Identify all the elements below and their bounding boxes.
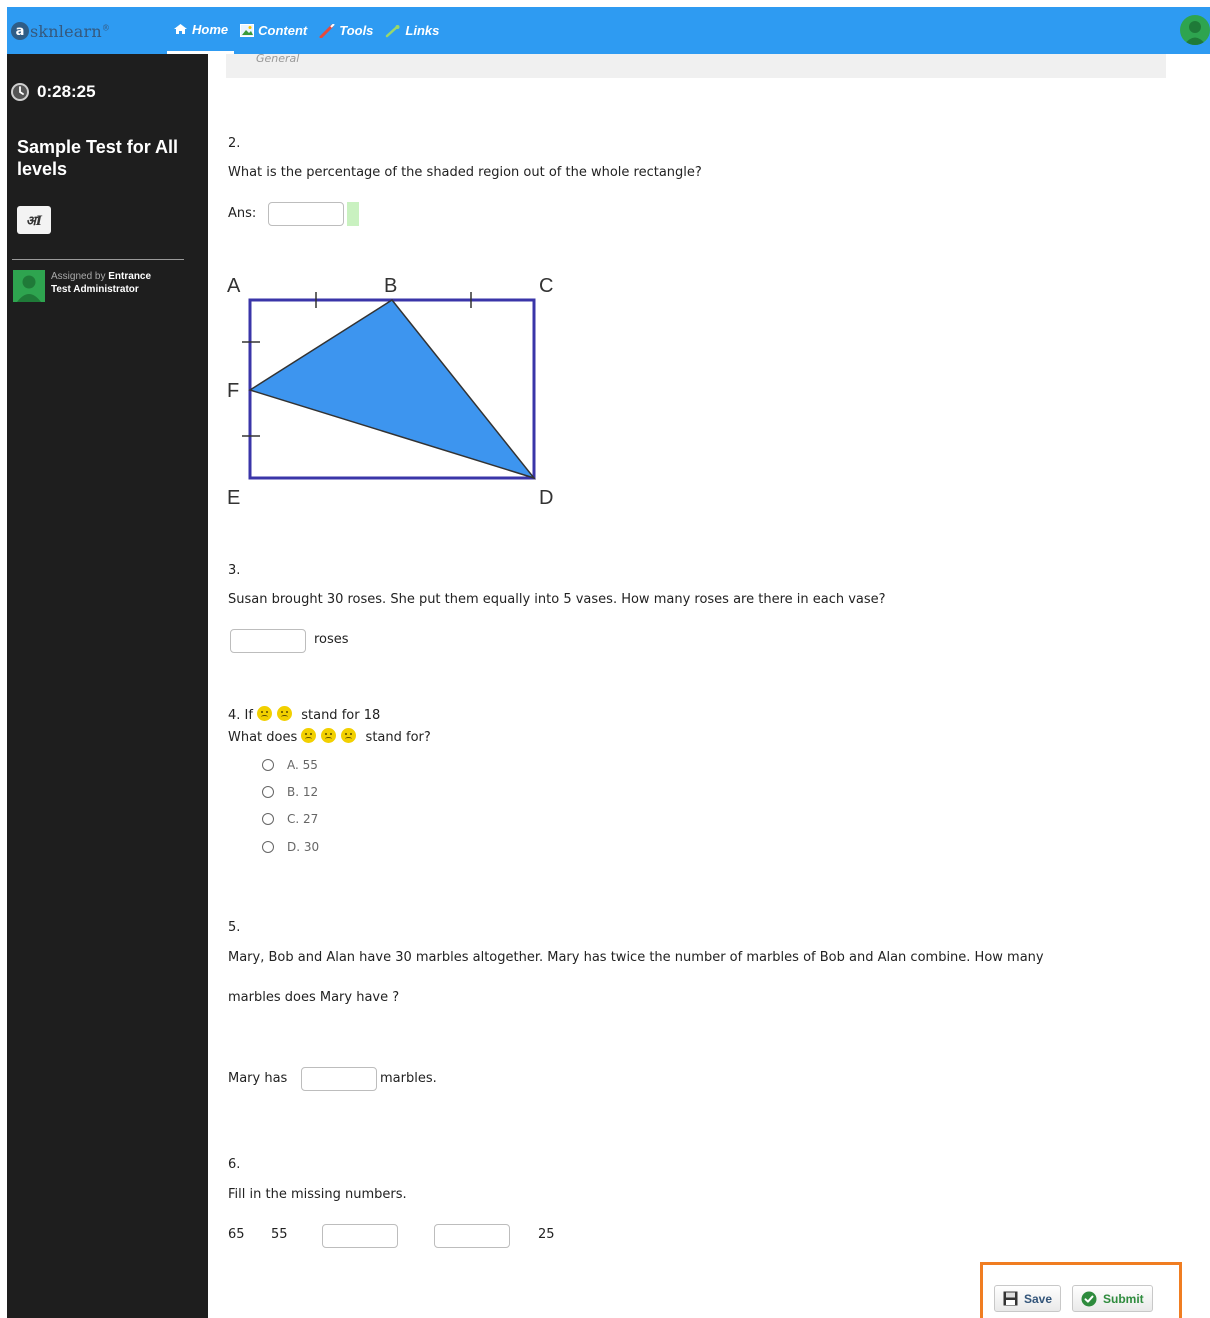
question-4-line-2-prefix: What does <box>228 730 298 745</box>
check-circle-icon <box>1081 1291 1097 1306</box>
radio-button[interactable] <box>262 841 274 853</box>
question-3-unit: roses <box>314 632 349 647</box>
option-value: 12 <box>302 785 319 799</box>
question-6-text: Fill in the missing numbers. <box>228 1187 407 1202</box>
sequence-blank-1-input[interactable] <box>322 1224 398 1248</box>
language-toggle-button[interactable]: अI <box>17 206 51 234</box>
sequence-value-2: 55 <box>271 1227 288 1242</box>
option-value: 30 <box>303 840 320 854</box>
option-letter: B. <box>287 785 300 799</box>
sad-face-icon <box>301 728 317 743</box>
option-letter: D. <box>287 840 301 854</box>
nav-tools[interactable]: Tools <box>313 7 379 54</box>
strip-label: General <box>256 52 300 65</box>
label-f: F <box>227 380 239 402</box>
user-icon <box>1184 21 1206 45</box>
timer-value: 0:28:25 <box>37 82 96 101</box>
question-4-line-1: 4. If stand for 18 <box>228 706 380 723</box>
radio-button[interactable] <box>262 786 274 798</box>
question-3-number: 3. <box>228 563 241 578</box>
clock-icon <box>11 83 29 101</box>
assigner-avatar <box>13 270 45 302</box>
save-button-label: Save <box>1024 1291 1053 1306</box>
assigned-by: Assigned by Entrance Test Administrator <box>13 270 171 302</box>
asknlearn-logo[interactable]: a sknlearn® <box>11 19 110 43</box>
nav-content-label: Content <box>258 23 308 38</box>
question-4-line-2-suffix: stand for? <box>365 730 431 745</box>
question-5-text-line-2: marbles does Mary have ? <box>228 990 400 1005</box>
sidebar: 0:28:25 Sample Test for All levels अI As… <box>7 54 208 1318</box>
question-2-number: 2. <box>228 136 241 151</box>
label-d: D <box>539 487 553 509</box>
answer-status-indicator <box>347 202 359 226</box>
question-4-option-a[interactable]: A. 55 <box>262 758 318 772</box>
question-6-number: 6. <box>228 1157 241 1172</box>
nav-links[interactable]: Links <box>379 7 445 54</box>
label-e: E <box>227 487 240 509</box>
question-4-option-b[interactable]: B. 12 <box>262 785 318 799</box>
label-b: B <box>384 275 397 297</box>
sequence-value-5: 25 <box>538 1227 555 1242</box>
option-letter: C. <box>287 812 300 826</box>
question-4-line-2: What does stand for? <box>228 728 431 745</box>
question-2-ans-label: Ans: <box>228 206 257 221</box>
sad-face-icon <box>277 706 293 721</box>
save-icon <box>1003 1291 1018 1306</box>
main-nav: Home Content Tools Links <box>167 7 445 54</box>
save-button[interactable]: Save <box>994 1285 1062 1312</box>
question-2-answer-input[interactable] <box>268 202 344 226</box>
top-navigation-bar: a sknlearn® Home Content Tools Links <box>7 7 1210 54</box>
tools-icon <box>319 23 335 38</box>
rectangle-triangle-diagram: A B C F E D <box>227 275 553 509</box>
option-letter: A. <box>287 758 299 772</box>
sad-face-icon <box>341 728 357 743</box>
nav-content[interactable]: Content <box>234 7 313 54</box>
option-value: 55 <box>302 758 318 772</box>
nav-links-label: Links <box>405 23 440 38</box>
question-5-text-line-1: Mary, Bob and Alan have 30 marbles altog… <box>228 950 1044 965</box>
timer: 0:28:25 <box>10 82 96 102</box>
question-5-suffix: marbles. <box>380 1071 437 1086</box>
label-c: C <box>539 275 553 297</box>
submit-button-label: Submit <box>1103 1291 1144 1306</box>
question-4-option-c[interactable]: C. 27 <box>262 812 318 826</box>
shaded-triangle <box>248 299 537 480</box>
user-avatar[interactable] <box>1180 15 1210 45</box>
test-title: Sample Test for All levels <box>17 137 179 179</box>
action-buttons-highlight: Save Submit <box>980 1262 1182 1318</box>
user-icon <box>17 275 41 302</box>
logo-letter: a <box>11 22 29 40</box>
question-3-answer-input[interactable] <box>230 629 306 653</box>
nav-home[interactable]: Home <box>167 7 235 54</box>
nav-tools-label: Tools <box>339 23 374 38</box>
submit-button[interactable]: Submit <box>1072 1285 1153 1312</box>
question-4-option-d[interactable]: D. 30 <box>262 840 319 854</box>
home-icon <box>174 24 187 34</box>
option-value: 27 <box>303 812 319 826</box>
radio-button[interactable] <box>262 759 274 771</box>
assigned-prefix: Assigned by <box>51 271 106 282</box>
logo-trademark: ® <box>101 23 111 33</box>
previous-question-footer: General <box>226 52 1166 78</box>
sad-face-icon <box>321 728 337 743</box>
question-4-line-1-suffix: stand for 18 <box>301 708 381 723</box>
test-content: General 2. What is the percentage of the… <box>208 52 1210 1318</box>
logo-text: sknlearn <box>30 21 102 41</box>
question-5-number: 5. <box>228 920 241 935</box>
sequence-blank-2-input[interactable] <box>434 1224 510 1248</box>
question-2-text: What is the percentage of the shaded reg… <box>228 165 702 180</box>
question-4-line-1-prefix: 4. If <box>228 708 253 723</box>
sidebar-divider <box>12 259 184 260</box>
sad-face-icon <box>257 706 273 721</box>
radio-button[interactable] <box>262 813 274 825</box>
question-5-answer-input[interactable] <box>301 1067 377 1091</box>
question-5-prefix: Mary has <box>228 1071 288 1086</box>
question-3-text: Susan brought 30 roses. She put them equ… <box>228 592 886 607</box>
links-icon <box>386 24 400 37</box>
sequence-value-1: 65 <box>228 1227 245 1242</box>
label-a: A <box>227 275 241 297</box>
nav-home-label: Home <box>192 21 229 37</box>
content-icon <box>240 24 255 37</box>
